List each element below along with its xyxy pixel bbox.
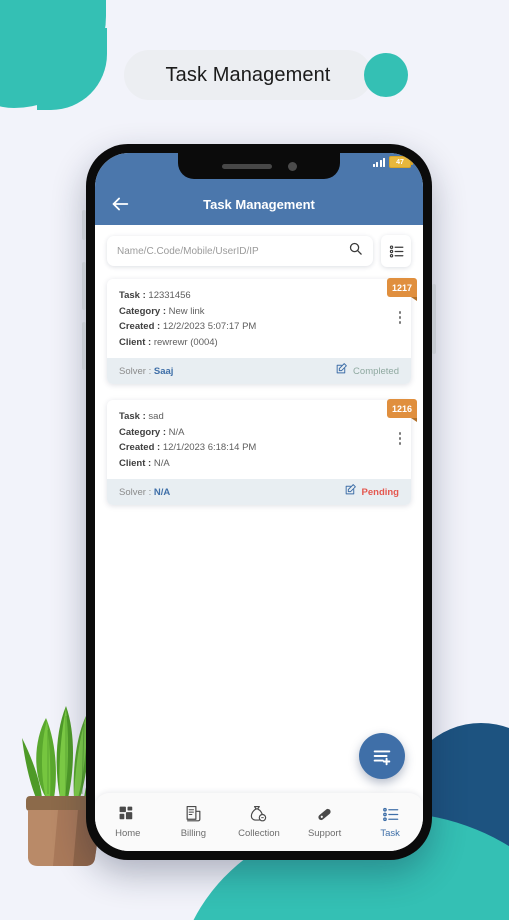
list-filter-icon [389, 245, 403, 257]
value-created: 12/1/2023 6:18:14 PM [162, 442, 257, 453]
value-category: N/A [168, 426, 185, 438]
nav-label-home: Home [115, 828, 141, 839]
money-bag-icon [251, 805, 267, 822]
label-solver: Solver : [119, 365, 152, 377]
task-card-body: 1216 Task : sad Category : N/A Created :… [107, 399, 417, 479]
filter-button[interactable] [381, 235, 411, 267]
phone-mockup: 47 Task Management Name/C.Code/Mobile/Us… [82, 144, 436, 860]
add-task-fab[interactable] [359, 733, 405, 779]
invoice-icon [186, 805, 201, 822]
nav-label-collection: Collection [238, 828, 280, 839]
nav-label-support: Support [307, 828, 342, 839]
battery-level: 47 [396, 158, 404, 166]
task-row-task: Task : 12331456 [119, 288, 399, 304]
add-list-icon [373, 750, 391, 766]
nav-item-support[interactable]: Support [296, 805, 354, 839]
value-category: New link [168, 305, 205, 317]
label-category: Category : [119, 305, 166, 317]
value-client: rewrewr (0004) [153, 336, 218, 348]
task-card-footer: Solver : N/A Pending [107, 479, 411, 505]
task-row-created: Created : 12/1/2023 6:18:14 PM [119, 440, 399, 456]
label-client: Client : [119, 457, 152, 469]
search-row [95, 225, 423, 275]
bottom-navigation: Home Billing Collection Support Task [95, 793, 423, 851]
task-card[interactable]: 1216 Task : sad Category : N/A Created :… [107, 399, 417, 505]
search-icon[interactable] [348, 241, 363, 261]
teal-blob-top-left [0, 0, 106, 108]
back-arrow-icon[interactable] [109, 193, 131, 215]
label-task: Task : [119, 290, 146, 301]
value-task: sad [148, 411, 164, 422]
label-created: Created : [119, 442, 161, 453]
speaker-slot [221, 163, 272, 169]
phone-screen: 47 Task Management Name/C.Code/Mobile/Us… [95, 153, 423, 851]
phone-button-silent [82, 210, 86, 240]
ticket-icon [318, 808, 331, 821]
status-badge: Pending [361, 486, 399, 498]
task-status[interactable]: Completed [335, 362, 399, 380]
battery-icon: 47 [389, 156, 413, 168]
phone-button-volume-down [82, 322, 86, 370]
status-bar: 47 [95, 153, 423, 183]
page-title-banner: Task Management [124, 50, 408, 100]
search-box[interactable] [107, 236, 373, 266]
label-created: Created : [119, 321, 161, 332]
status-indicators: 47 [372, 156, 413, 168]
phone-button-power [432, 284, 436, 354]
value-solver: N/A [153, 486, 171, 498]
task-row-created: Created : 12/2/2023 5:07:17 PM [119, 319, 399, 335]
more-vertical-icon[interactable] [398, 311, 401, 324]
task-row-category: Category : N/A [119, 425, 399, 441]
nav-label-task: Task [380, 828, 400, 839]
value-client: N/A [153, 457, 170, 469]
task-id-badge: 1216 [387, 399, 417, 422]
task-row-client: Client : rewrewr (0004) [119, 335, 399, 351]
task-id-badge-text: 1217 [391, 282, 413, 293]
task-status[interactable]: Pending [344, 483, 399, 501]
more-vertical-icon[interactable] [398, 432, 401, 445]
task-id-badge: 1217 [387, 278, 417, 301]
label-task: Task : [119, 411, 146, 422]
task-id-badge-text: 1216 [391, 403, 413, 414]
nav-item-home[interactable]: Home [99, 805, 157, 839]
task-card-footer: Solver : Saaj Completed [107, 358, 411, 384]
page-title: Task Management [165, 63, 331, 86]
app-header: Task Management [95, 183, 423, 225]
app-header-title: Task Management [203, 196, 315, 212]
value-task: 12331456 [148, 290, 191, 301]
phone-notch [178, 153, 340, 179]
task-card-body: 1217 Task : 12331456 Category : New link… [107, 278, 417, 358]
nav-item-task[interactable]: Task [361, 805, 419, 839]
edit-pencil-icon[interactable] [335, 362, 348, 380]
label-client: Client : [119, 336, 152, 348]
grid-icon [119, 806, 133, 820]
nav-item-collection[interactable]: Collection [230, 805, 288, 839]
phone-button-volume-up [82, 262, 86, 310]
task-row-client: Client : N/A [119, 456, 399, 472]
task-row-category: Category : New link [119, 304, 399, 320]
solver-info: Solver : Saaj [119, 366, 173, 377]
edit-pencil-icon[interactable] [344, 483, 357, 501]
task-list[interactable]: 1217 Task : 12331456 Category : New link… [95, 275, 423, 793]
nav-item-billing[interactable]: Billing [164, 805, 222, 839]
status-badge: Completed [353, 365, 399, 377]
search-input[interactable] [117, 245, 342, 257]
signal-bars-icon [372, 157, 385, 167]
value-solver: Saaj [153, 365, 174, 377]
task-row-task: Task : sad [119, 409, 399, 425]
nav-label-billing: Billing [180, 828, 207, 839]
label-category: Category : [119, 426, 166, 438]
list-icon [382, 807, 398, 822]
solver-info: Solver : N/A [119, 487, 170, 498]
task-card[interactable]: 1217 Task : 12331456 Category : New link… [107, 278, 417, 384]
label-solver: Solver : [119, 486, 152, 498]
front-camera-icon [287, 161, 297, 171]
value-created: 12/2/2023 5:07:17 PM [162, 321, 257, 332]
